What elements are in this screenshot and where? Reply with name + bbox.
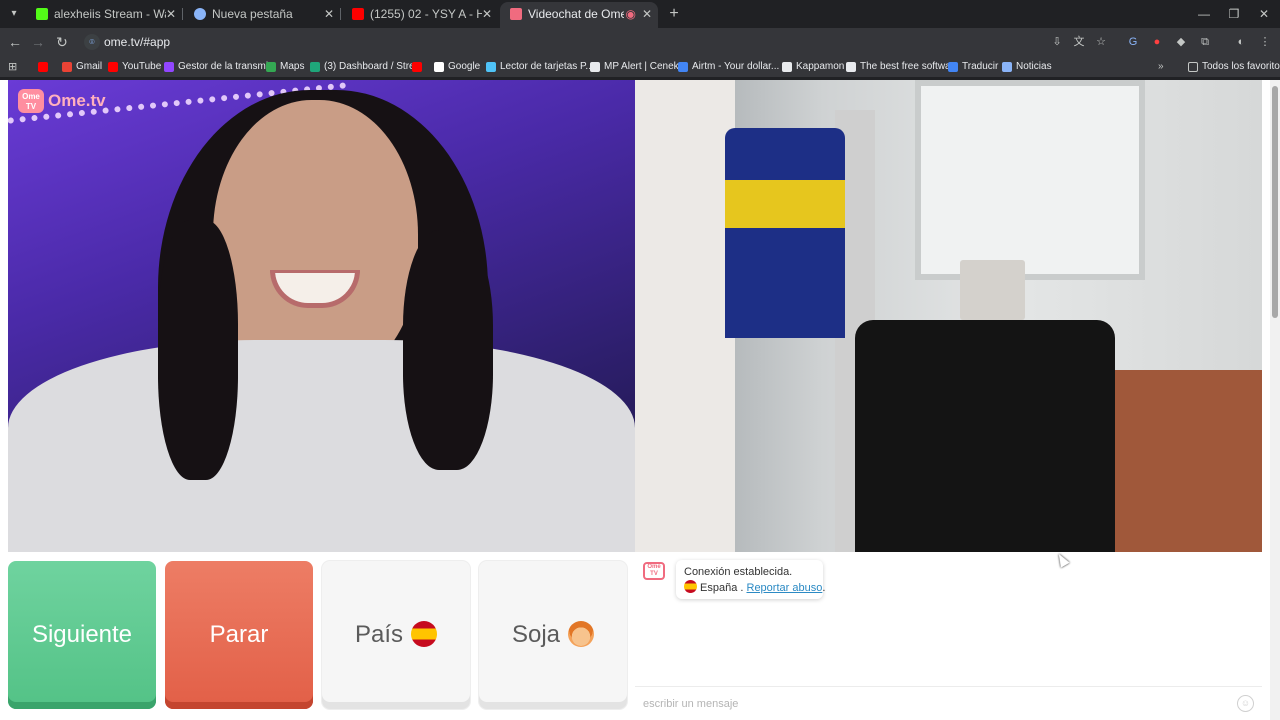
- browser-toolbar: ← → ↻ ⌾ ome.tv/#app ⇩ 文 ☆ G ● ◆ ⧉ ◐ ⋮: [0, 28, 1280, 56]
- scrollbar-thumb[interactable]: [1272, 86, 1278, 318]
- bookmark-item[interactable]: Gmail: [62, 59, 102, 75]
- message-bar: ☺: [635, 686, 1262, 720]
- bookmarks-overflow-icon[interactable]: »: [1158, 59, 1164, 75]
- bookmark-star-icon[interactable]: ☆: [1092, 33, 1110, 51]
- bookmark-favicon-icon: [846, 62, 856, 72]
- bookmark-item[interactable]: (3) Dashboard / Stre...: [310, 59, 423, 75]
- apps-grid-icon[interactable]: ⊞: [8, 59, 20, 75]
- all-bookmarks-folder[interactable]: Todos los favoritos: [1188, 59, 1280, 75]
- address-bar[interactable]: ⌾ ome.tv/#app: [80, 31, 1120, 53]
- ometv-chat-logo-icon: Ome TV: [643, 562, 665, 580]
- bookmark-item[interactable]: [38, 59, 52, 75]
- bookmark-item[interactable]: YouTube: [108, 59, 161, 75]
- bookmark-favicon-icon: [310, 62, 320, 72]
- bookmark-favicon-icon: [266, 62, 276, 72]
- bookmarks-bar: ⊞ Gmail YouTube Gestor de la transmi... Map…: [0, 56, 1280, 78]
- translate-extension-icon[interactable]: G: [1124, 33, 1142, 51]
- remote-video: [635, 80, 1262, 552]
- extension-diamond-icon[interactable]: ◆: [1172, 33, 1190, 51]
- tab-kick-stream[interactable]: alexheiis Stream - Watch Live o ✕: [26, 2, 182, 26]
- bookmark-item[interactable]: Noticias: [1002, 59, 1052, 75]
- local-video: Ome TV Ome.tv: [8, 80, 635, 552]
- close-tab-icon[interactable]: ✕: [642, 2, 652, 26]
- bookmark-favicon-icon: [1002, 62, 1012, 72]
- tab-separator: [182, 8, 183, 20]
- menu-kebab-icon[interactable]: ⋮: [1256, 33, 1274, 51]
- spain-flag-icon: [684, 580, 697, 593]
- partner-country: España: [700, 582, 738, 594]
- tab-separator: [340, 8, 341, 20]
- chat-panel: Ome TV Conexión establecida. España . Rep…: [635, 552, 1262, 720]
- emoji-picker-icon[interactable]: ☺: [1237, 695, 1254, 712]
- ometv-page: Ome TV Ome.tv Siguiente Parar País Soja O…: [0, 80, 1280, 720]
- install-app-icon[interactable]: ⇩: [1048, 33, 1066, 51]
- extensions-puzzle-icon[interactable]: ⧉: [1196, 33, 1214, 51]
- bookmark-favicon-icon: [948, 62, 958, 72]
- record-extension-icon[interactable]: ●: [1148, 33, 1166, 51]
- bookmark-favicon-icon: [782, 62, 792, 72]
- system-message: Conexión establecida. España . Reportar …: [676, 560, 825, 599]
- restore-icon[interactable]: ❐: [1224, 4, 1244, 24]
- reload-icon[interactable]: ↻: [52, 32, 72, 52]
- forward-icon[interactable]: →: [28, 32, 48, 52]
- gender-filter-button[interactable]: Soja: [479, 561, 627, 709]
- country-filter-button[interactable]: País: [322, 561, 470, 709]
- bookmark-item[interactable]: [412, 59, 426, 75]
- next-button[interactable]: Siguiente: [8, 561, 156, 709]
- translate-icon[interactable]: 文: [1070, 33, 1088, 51]
- bookmark-item[interactable]: Lector de tarjetas P...: [486, 59, 594, 75]
- stop-button[interactable]: Parar: [165, 561, 313, 709]
- close-tab-icon[interactable]: ✕: [166, 2, 176, 26]
- bookmark-favicon-icon: [412, 62, 422, 72]
- bookmark-item[interactable]: Google: [434, 59, 480, 75]
- ometv-favicon-icon: [510, 8, 522, 20]
- bookmark-item[interactable]: The best free softwa...: [846, 59, 959, 75]
- report-abuse-link[interactable]: Reportar abuso: [747, 582, 823, 594]
- close-tab-icon[interactable]: ✕: [324, 2, 334, 26]
- bookmark-favicon-icon: [38, 62, 48, 72]
- minimize-icon[interactable]: —: [1194, 4, 1214, 24]
- bookmark-favicon-icon: [62, 62, 72, 72]
- message-input[interactable]: [643, 694, 1223, 714]
- bookmark-favicon-icon: [434, 62, 444, 72]
- new-tab-icon[interactable]: +: [664, 4, 684, 24]
- bookmark-item[interactable]: Airtm - Your dollar...: [678, 59, 779, 75]
- site-info-icon[interactable]: ⌾: [84, 34, 100, 50]
- bookmark-favicon-icon: [108, 62, 118, 72]
- bookmark-item[interactable]: MP Alert | Ceneka: [590, 59, 684, 75]
- tab-strip: ▾ alexheiis Stream - Watch Live o ✕ Nuev…: [0, 0, 1280, 28]
- ometv-logo: Ome TV Ome.tv: [18, 88, 106, 114]
- tab-ometv[interactable]: Videochat de OmeTV: uno ◉ ✕: [500, 2, 658, 28]
- kick-favicon-icon: [36, 8, 48, 20]
- bookmark-favicon-icon: [164, 62, 174, 72]
- bookmark-item[interactable]: Maps: [266, 59, 304, 75]
- tab-youtube[interactable]: (1255) 02 - YSY A - Hidro | ANT ✕: [342, 2, 498, 26]
- youtube-favicon-icon: [352, 8, 364, 20]
- connection-status: Conexión establecida.: [684, 566, 793, 578]
- chrome-favicon-icon: [194, 8, 206, 20]
- ometv-logo-icon: Ome TV: [18, 89, 44, 113]
- tab-new-tab[interactable]: Nueva pestaña ✕: [184, 2, 340, 26]
- bookmark-favicon-icon: [678, 62, 688, 72]
- boy-emoji-icon: [568, 620, 595, 647]
- close-tab-icon[interactable]: ✕: [482, 2, 492, 26]
- bookmark-favicon-icon: [590, 62, 600, 72]
- page-scrollbar[interactable]: [1270, 80, 1280, 720]
- recording-icon: ◉: [625, 7, 636, 21]
- close-window-icon[interactable]: ✕: [1254, 4, 1274, 24]
- url-text[interactable]: ome.tv/#app: [104, 31, 170, 53]
- tab-search-icon[interactable]: ▾: [6, 6, 22, 22]
- bookmark-favicon-icon: [486, 62, 496, 72]
- bookmark-item[interactable]: Gestor de la transmi...: [164, 59, 276, 75]
- bookmark-item[interactable]: Traducir: [948, 59, 998, 75]
- folder-icon: [1188, 62, 1198, 72]
- spain-flag-icon: [411, 620, 438, 647]
- bookmark-item[interactable]: Kappamon: [782, 59, 844, 75]
- back-icon[interactable]: ←: [5, 32, 25, 52]
- profile-avatar[interactable]: ◐: [1232, 33, 1250, 51]
